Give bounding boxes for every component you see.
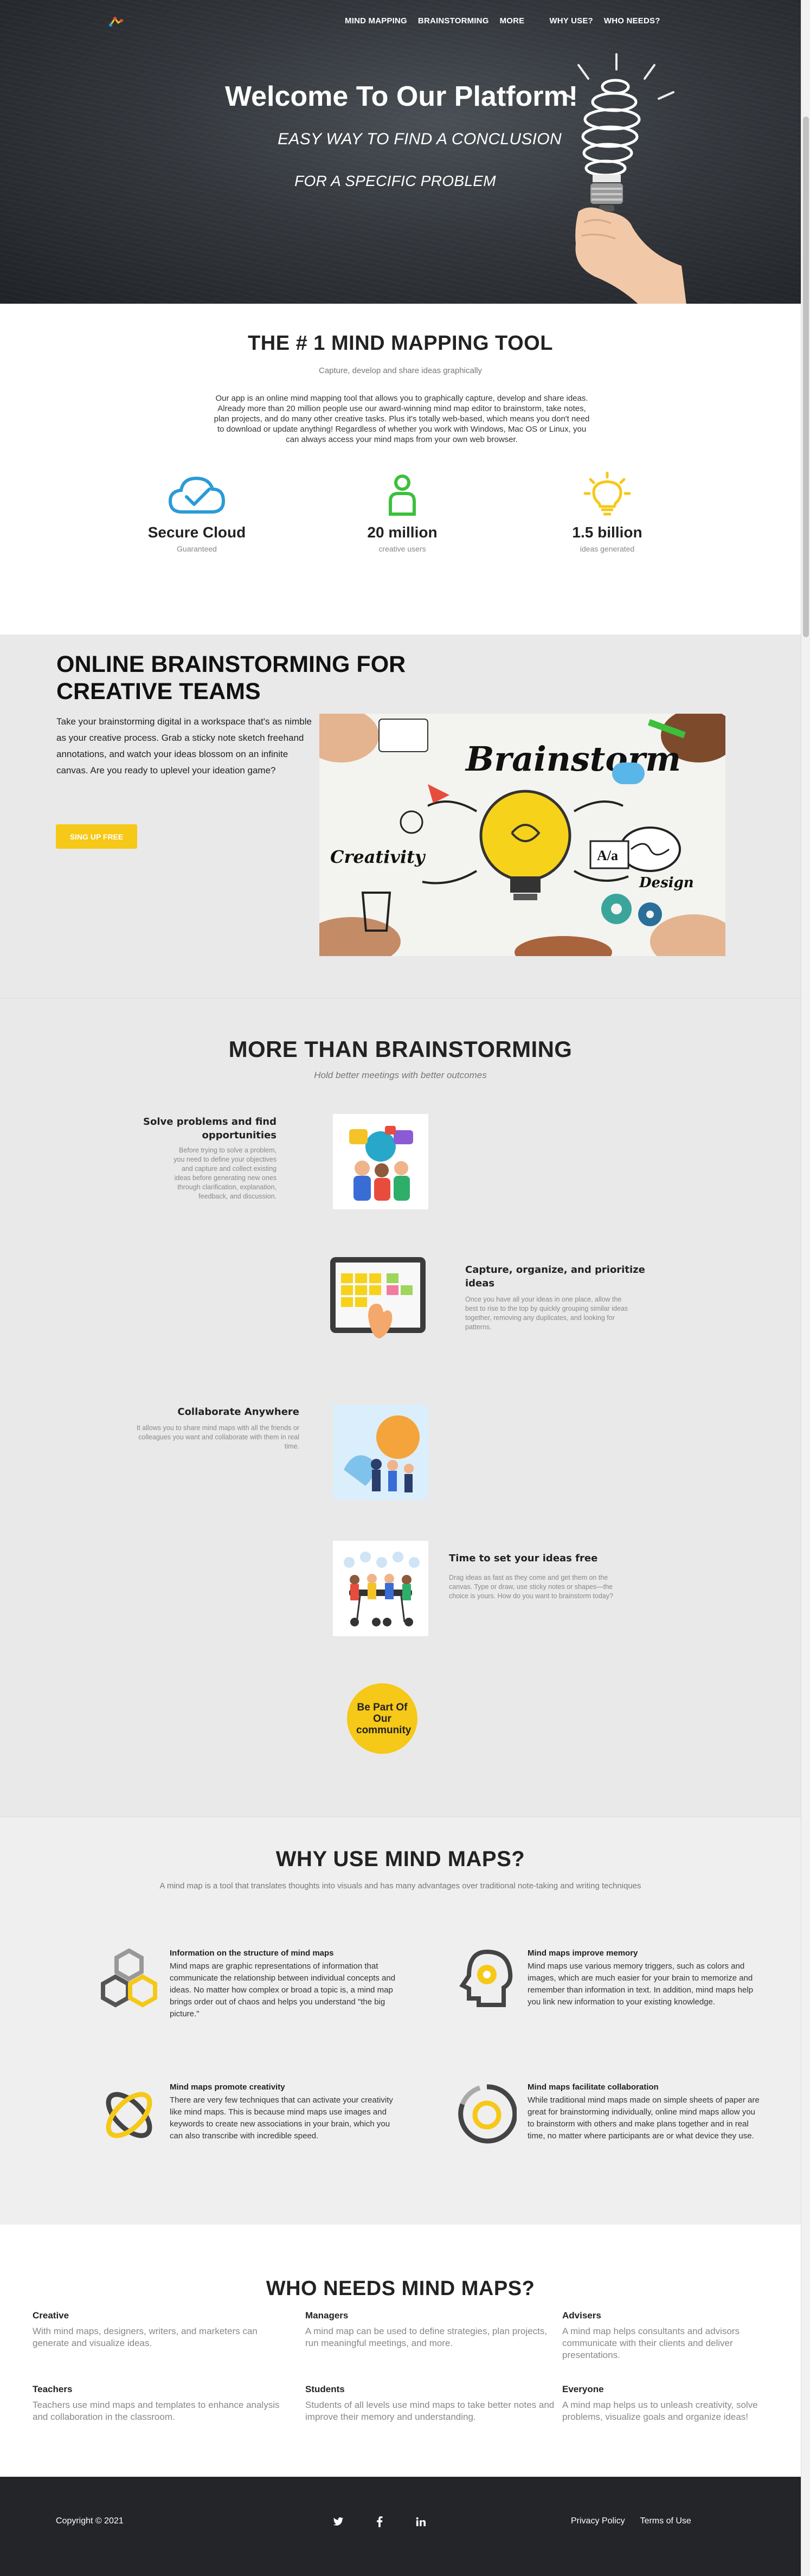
intro-section: THE # 1 MIND MAPPING TOOL Capture, devel… (0, 304, 801, 635)
who-item-students: Students Students of all levels use mind… (305, 2384, 555, 2423)
copyright-text: Copyright © 2021 (56, 2516, 124, 2526)
main-nav: MIND MAPPING BRAINSTORMING MORE WHY USE?… (345, 16, 660, 25)
circle-link-icon (458, 2084, 517, 2144)
brain-gear-icon (459, 1949, 513, 2007)
why-item-title: Mind maps promote creativity (170, 2082, 285, 2092)
feature-title: Time to set your ideas free (449, 1553, 598, 1564)
feature-title: Solve problems and find opportunities (143, 1116, 277, 1141)
twitter-icon[interactable] (331, 2514, 346, 2529)
footer-links: Privacy Policy Terms of Use (571, 2516, 691, 2526)
atom-icon (106, 2092, 152, 2138)
who-section: WHO NEEDS MIND MAPS? Creative With mind … (0, 2225, 801, 2477)
who-item-text: Teachers use mind maps and templates to … (33, 2400, 280, 2422)
who-item-title: Students (305, 2384, 345, 2394)
community-badge-button[interactable]: Be Part Of Our community (347, 1683, 417, 1754)
image-aa-text: A/a (597, 848, 618, 863)
nav-who-needs[interactable]: WHO NEEDS? (604, 16, 660, 25)
feature-image-capture (330, 1252, 426, 1347)
why-item-title: Mind maps facilitate collaboration (528, 2082, 659, 2092)
brainstorm-illustration: A/a Brainstorm Creativity Design (319, 714, 725, 956)
stat-label: creative users (378, 544, 426, 553)
intro-body: Our app is an online mind mapping tool t… (214, 394, 590, 444)
stat-value: Secure Cloud (147, 524, 246, 541)
brainstorm-section: ONLINE BRAINSTORMING FOR CREATIVE TEAMS … (0, 635, 801, 998)
who-item-title: Advisers (562, 2310, 601, 2321)
who-item-title: Teachers (33, 2384, 73, 2394)
facebook-icon[interactable] (372, 2514, 387, 2529)
feature-desc: Before trying to solve a problem, you ne… (173, 1146, 277, 1200)
why-title: WHY USE MIND MAPS? (275, 1847, 525, 1871)
stat-value: 1.5 billion (572, 524, 642, 541)
feature-desc: Once you have all your ideas in one plac… (465, 1296, 628, 1331)
logo-icon[interactable] (107, 15, 124, 29)
why-item-text: There are very few techniques that can a… (170, 2096, 393, 2141)
linkedin-icon[interactable] (413, 2514, 428, 2529)
who-item-text: With mind maps, designers, writers, and … (33, 2326, 258, 2348)
hero-section: MIND MAPPING BRAINSTORMING MORE WHY USE?… (0, 0, 801, 304)
who-item-text: A mind map can be used to define strateg… (305, 2326, 548, 2348)
more-title: MORE THAN BRAINSTORMING (228, 1036, 573, 1062)
sign-up-button[interactable]: SING UP FREE (56, 824, 137, 849)
feature-desc: It allows you to share mind maps with al… (136, 1424, 299, 1450)
stat-ideas: 1.5 billion ideas generated (526, 472, 689, 553)
who-title: WHO NEEDS MIND MAPS? (266, 2277, 535, 2300)
stat-users: 20 million creative users (321, 472, 484, 553)
image-creativity-word: Creativity (330, 847, 426, 867)
feature-image-solve (333, 1114, 428, 1209)
who-item-title: Creative (33, 2310, 69, 2321)
stat-value: 20 million (367, 524, 438, 541)
page-scrollbar[interactable] (801, 0, 810, 2576)
footer: Copyright © 2021 Privacy Policy Terms of… (0, 2477, 801, 2576)
feature-title: Collaborate Anywhere (177, 1406, 299, 1418)
why-item-text: Mind maps use various memory triggers, s… (528, 1962, 754, 2007)
image-brainstorm-word: Brainstorm (465, 739, 681, 779)
nav-mind-mapping[interactable]: MIND MAPPING (345, 16, 407, 25)
user-icon (389, 475, 416, 516)
feature-image-collaborate (333, 1405, 428, 1500)
who-item-title: Everyone (562, 2384, 604, 2394)
page: MIND MAPPING BRAINSTORMING MORE WHY USE?… (0, 0, 801, 2576)
who-item-text: Students of all levels use mind maps to … (305, 2400, 555, 2422)
stat-secure-cloud: Secure Cloud Guaranteed (115, 472, 278, 553)
who-item-everyone: Everyone A mind map helps us to unleash … (562, 2384, 795, 2423)
why-item-title: Information on the structure of mind map… (170, 1949, 334, 1958)
stat-label: ideas generated (580, 544, 635, 553)
more-subtitle: Hold better meetings with better outcome… (314, 1070, 487, 1080)
terms-of-use-link[interactable]: Terms of Use (640, 2516, 691, 2526)
nav-why-use[interactable]: WHY USE? (549, 16, 593, 25)
social-links (331, 2514, 428, 2529)
why-section: WHY USE MIND MAPS? A mind map is a tool … (0, 1817, 801, 2225)
image-design-word: Design (639, 875, 694, 891)
brainstorm-image: A/a Brainstorm Creativity Design (319, 714, 725, 956)
why-item-text: While traditional mind maps made on simp… (528, 2096, 760, 2141)
who-item-managers: Managers A mind map can be used to defin… (305, 2310, 555, 2349)
hand-lightbulb-illustration (558, 53, 686, 304)
why-subtitle: A mind map is a tool that translates tho… (159, 1881, 641, 1891)
who-item-text: A mind map helps consultants and advisor… (562, 2326, 740, 2360)
community-badge-label: Be Part Of Our community (356, 1701, 412, 1736)
who-item-title: Managers (305, 2310, 349, 2321)
brainstorm-title: ONLINE BRAINSTORMING FOR CREATIVE TEAMS (56, 651, 406, 704)
nav-brainstorming[interactable]: BRAINSTORMING (418, 16, 489, 25)
feature-image-time (333, 1541, 428, 1636)
brainstorm-body: Take your brainstorming digital in a wor… (56, 716, 312, 776)
who-item-text: A mind map helps us to unleash creativit… (562, 2400, 758, 2422)
why-item-text: Mind maps are graphic representations of… (170, 1962, 396, 2018)
feature-title: Capture, organize, and prioritize ideas (465, 1264, 645, 1289)
who-item-advisers: Advisers A mind map helps consultants an… (562, 2310, 790, 2361)
scrollbar-thumb[interactable] (803, 117, 809, 637)
stat-label: Guaranteed (177, 544, 217, 553)
privacy-policy-link[interactable]: Privacy Policy (571, 2516, 625, 2526)
cloud-check-icon (168, 476, 226, 514)
intro-title: THE # 1 MIND MAPPING TOOL (248, 332, 553, 355)
who-item-teachers: Teachers Teachers use mind maps and temp… (33, 2384, 282, 2423)
nav-more[interactable]: MORE (500, 16, 525, 25)
hexagon-structure-icon (101, 1949, 157, 2008)
more-section: MORE THAN BRAINSTORMING Hold better meet… (0, 998, 801, 1817)
why-item-title: Mind maps improve memory (528, 1949, 638, 1958)
lightbulb-icon (583, 472, 631, 516)
who-item-creative: Creative With mind maps, designers, writ… (33, 2310, 282, 2349)
intro-tagline: Capture, develop and share ideas graphic… (318, 366, 483, 375)
feature-desc: Drag ideas as fast as they come and get … (449, 1574, 613, 1600)
